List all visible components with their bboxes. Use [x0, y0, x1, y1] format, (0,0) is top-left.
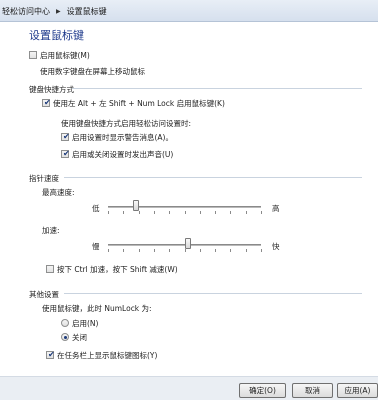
top-speed-slider-track[interactable]: [108, 206, 261, 208]
numlock-on-radio[interactable]: [61, 319, 69, 327]
breadcrumb: 轻松访问中心 ▶ 设置鼠标键: [0, 6, 109, 17]
acceleration-max-label: 快: [272, 242, 280, 251]
page-title: 设置鼠标键: [29, 29, 84, 42]
radio-selected-dot: [64, 336, 67, 339]
slider-tick: [184, 249, 186, 252]
ctrl-shift-speed-label[interactable]: 按下 Ctrl 加速，按下 Shift 减速(W): [57, 264, 178, 275]
show-taskbar-icon-checkbox[interactable]: ✔: [46, 350, 55, 359]
apply-button[interactable]: 应用(A): [337, 383, 378, 398]
slider-tick: [169, 249, 171, 252]
chevron-right-icon: ▶: [56, 8, 61, 15]
section-divider: [64, 293, 362, 294]
slider-tick: [153, 249, 155, 252]
acceleration-min-label: 慢: [92, 242, 100, 251]
acceleration-slider-thumb[interactable]: [184, 238, 191, 249]
breadcrumb-item-set-up-mouse-keys[interactable]: 设置鼠标键: [65, 6, 109, 17]
show-warning-label[interactable]: 启用设置时显示警告消息(A)。: [72, 132, 173, 143]
numlock-off-label[interactable]: 关闭: [72, 332, 87, 343]
section-divider: [64, 177, 362, 178]
checkmark-icon: ✔: [48, 350, 55, 359]
numlock-caption: 使用鼠标键，此时 NumLock 为:: [42, 304, 152, 313]
slider-tick: [245, 211, 247, 214]
slider-tick: [108, 249, 109, 252]
slider-tick: [123, 249, 125, 252]
other-settings-section-title: 其他设置: [29, 290, 59, 299]
slider-tick: [138, 249, 140, 252]
pointer-speed-section-title: 指针速度: [29, 174, 59, 183]
show-warning-checkbox[interactable]: ✔: [61, 132, 70, 141]
top-speed-min-label: 低: [92, 204, 100, 213]
enable-mousekeys-label[interactable]: 启用鼠标键(M): [40, 50, 90, 61]
breadcrumb-bar: 轻松访问中心 ▶ 设置鼠标键: [0, 0, 378, 22]
slider-tick: [138, 211, 140, 214]
checkmark-icon: ✔: [63, 132, 70, 141]
slider-tick: [215, 211, 217, 214]
slider-tick: [215, 249, 217, 252]
settings-panel: 设置鼠标键 启用鼠标键(M) 使用数字键盘在屏幕上移动鼠标 键盘快捷方式 ✔ 使…: [0, 22, 378, 376]
enable-mousekeys-description: 使用数字键盘在屏幕上移动鼠标: [40, 67, 145, 76]
slider-tick: [108, 211, 109, 214]
slider-tick: [153, 211, 155, 214]
slider-tick: [199, 211, 201, 214]
slider-tick: [261, 211, 262, 214]
slider-tick: [123, 211, 125, 214]
slider-tick: [245, 249, 247, 252]
shortcut-sub-caption: 使用键盘快捷方式启用轻松访问设置时:: [61, 119, 192, 128]
cancel-button[interactable]: 取消: [292, 383, 333, 398]
slider-tick: [184, 211, 186, 214]
top-speed-max-label: 高: [272, 204, 280, 213]
top-speed-slider-thumb[interactable]: [132, 200, 139, 211]
checkmark-icon: ✔: [44, 98, 51, 107]
button-bar: 确定(O) 取消 应用(A): [0, 376, 378, 400]
enable-mousekeys-checkbox[interactable]: [29, 51, 37, 59]
slider-tick: [261, 249, 262, 252]
slider-tick: [230, 249, 232, 252]
acceleration-label: 加速:: [42, 226, 60, 235]
breadcrumb-item-ease-of-access-center[interactable]: 轻松访问中心: [0, 6, 52, 17]
slider-tick: [199, 249, 201, 252]
make-sound-checkbox[interactable]: ✔: [61, 149, 70, 158]
keyboard-shortcut-section-title: 键盘快捷方式: [29, 85, 74, 94]
section-divider: [72, 88, 362, 89]
top-speed-label: 最高速度:: [42, 188, 75, 197]
show-taskbar-icon-label[interactable]: 在任务栏上显示鼠标键图标(Y): [57, 350, 157, 361]
numlock-on-label[interactable]: 启用(N): [72, 318, 98, 329]
slider-tick: [169, 211, 171, 214]
numlock-off-radio[interactable]: [61, 333, 69, 341]
ok-button[interactable]: 确定(O): [239, 383, 286, 398]
use-shortcut-checkbox[interactable]: ✔: [42, 98, 51, 107]
use-shortcut-label[interactable]: 使用左 Alt + 左 Shift + Num Lock 启用鼠标键(K): [53, 98, 225, 109]
ctrl-shift-speed-checkbox[interactable]: [46, 265, 54, 273]
slider-tick: [230, 211, 232, 214]
make-sound-label[interactable]: 启用或关闭设置时发出声音(U): [72, 149, 173, 160]
checkmark-icon: ✔: [63, 149, 70, 158]
